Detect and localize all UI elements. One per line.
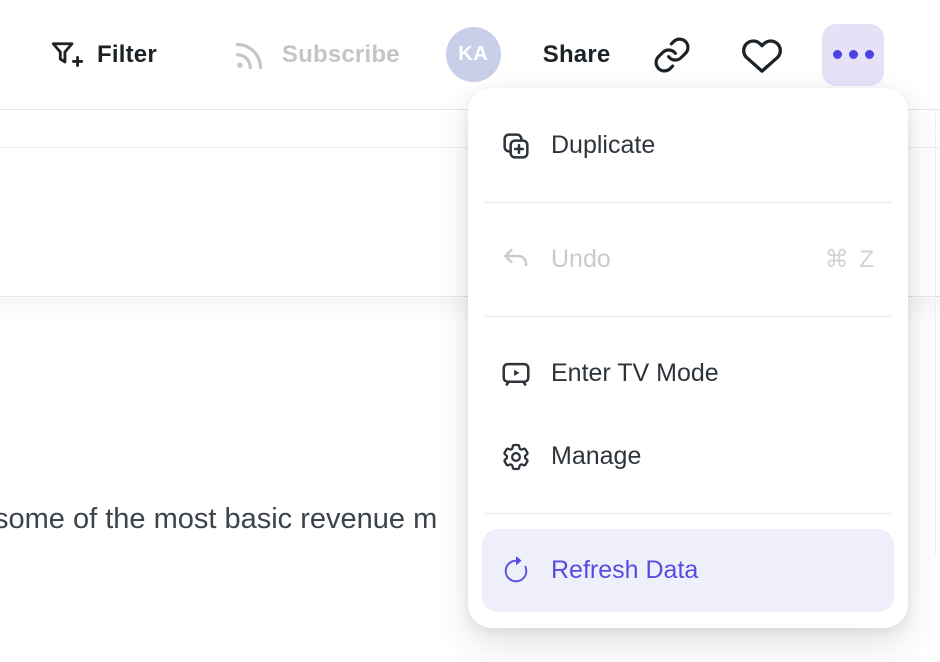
more-options-menu: Duplicate Undo ⌘ Z Enter TV M (468, 88, 908, 628)
duplicate-icon (500, 130, 532, 162)
share-button[interactable]: Share (543, 41, 611, 69)
dashboard-screen: some of the most basic revenue m Filter … (0, 0, 940, 662)
menu-item-label: Refresh Data (551, 556, 698, 585)
refresh-icon (500, 555, 532, 587)
subscribe-label: Subscribe (282, 41, 400, 69)
menu-item-undo[interactable]: Undo ⌘ Z (482, 218, 894, 301)
menu-item-label: Manage (551, 442, 641, 471)
subscribe-button[interactable]: Subscribe (231, 36, 400, 74)
menu-item-manage[interactable]: Manage (482, 415, 894, 498)
copy-link-button[interactable] (650, 33, 694, 77)
favorite-button[interactable] (740, 33, 784, 77)
menu-item-shortcut: ⌘ Z (825, 245, 876, 274)
menu-item-enter-tv-mode[interactable]: Enter TV Mode (482, 332, 894, 415)
funnel-plus-icon (48, 37, 84, 73)
menu-item-refresh-data[interactable]: Refresh Data (482, 529, 894, 612)
filter-label: Filter (97, 41, 157, 69)
ellipsis-icon (833, 50, 874, 59)
menu-item-label: Enter TV Mode (551, 359, 719, 388)
menu-divider (484, 202, 892, 203)
tv-mode-icon (500, 358, 532, 390)
menu-divider (484, 316, 892, 317)
menu-divider (484, 513, 892, 514)
more-options-button[interactable] (822, 24, 884, 86)
menu-item-label: Undo (551, 245, 611, 274)
avatar-initials: KA (458, 43, 488, 66)
link-icon (652, 35, 692, 75)
user-avatar[interactable]: KA (446, 27, 501, 82)
share-label: Share (543, 41, 611, 69)
filter-button[interactable]: Filter (48, 37, 157, 73)
menu-item-duplicate[interactable]: Duplicate (482, 104, 894, 187)
gear-icon (500, 441, 532, 473)
undo-icon (500, 244, 532, 276)
menu-item-label: Duplicate (551, 131, 655, 160)
rss-icon (231, 36, 269, 74)
heart-icon (741, 34, 783, 76)
card-edge-divider (935, 110, 936, 555)
